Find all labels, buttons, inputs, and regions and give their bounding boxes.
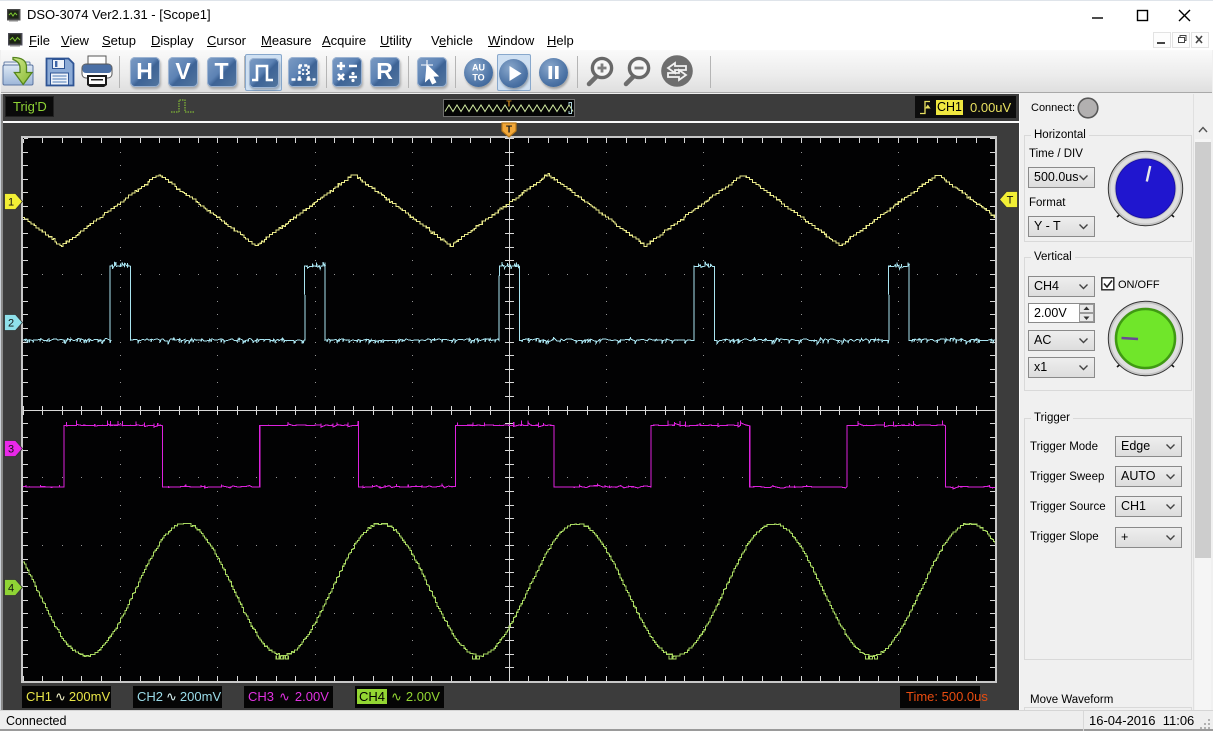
svg-text:2: 2	[8, 317, 14, 329]
svg-text:1: 1	[8, 196, 14, 208]
svg-text:T: T	[506, 125, 512, 136]
svg-text:3: 3	[8, 444, 14, 456]
svg-text:AU: AU	[472, 63, 485, 73]
svg-text:4: 4	[8, 582, 14, 594]
svg-text:T: T	[1007, 195, 1014, 207]
svg-text:TO: TO	[472, 73, 484, 83]
